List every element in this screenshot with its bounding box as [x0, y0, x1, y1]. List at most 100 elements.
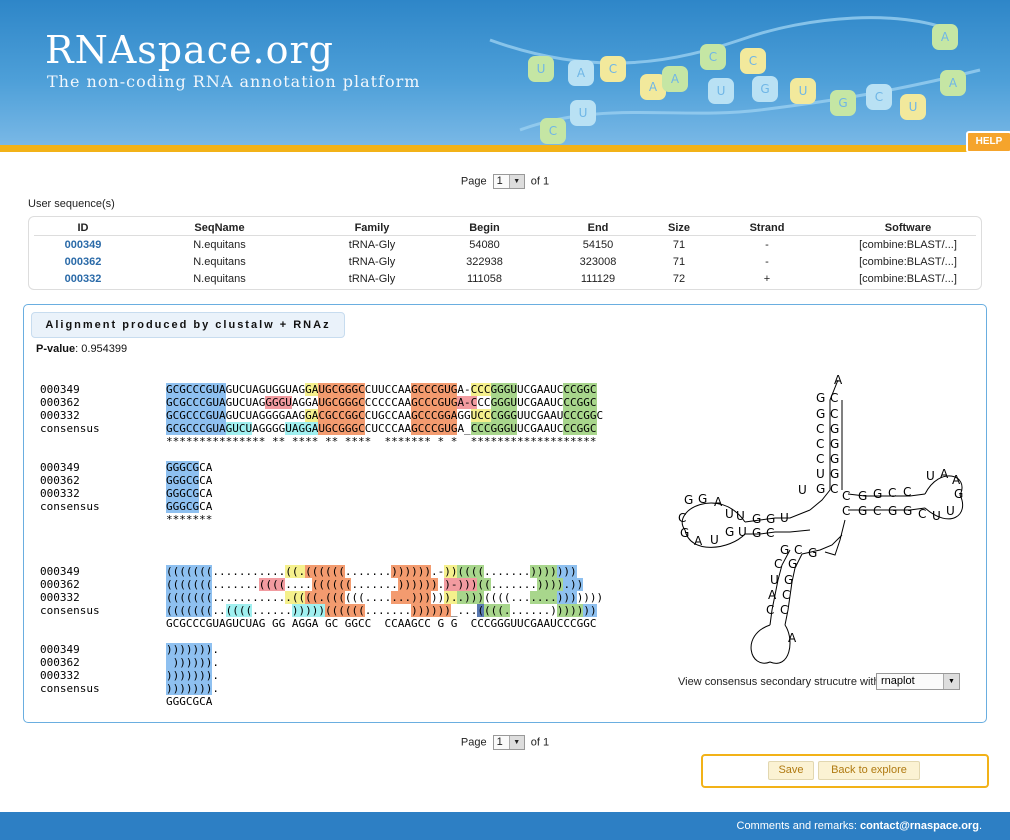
consensus-sequence: GCGCCCGUAGUCUAG GG AGGA GC GGCC CCAAGCC … — [166, 617, 597, 630]
header-divider — [0, 145, 1010, 152]
column-header: ID — [34, 220, 132, 236]
structure-tool-select[interactable]: rnaplot ▼ — [876, 673, 960, 690]
alignment-segment: .(( — [285, 591, 306, 604]
alignment-segment: GCCCGUG — [411, 383, 458, 396]
base-label: C — [678, 511, 686, 525]
alignment-segment: A- — [457, 383, 471, 396]
alignment-segment: ......) — [510, 604, 557, 617]
pager-total: of 1 — [530, 736, 550, 749]
base-label: G — [816, 482, 825, 496]
alignment-segment: GCCCGGA — [411, 409, 458, 422]
base-label: G — [725, 525, 734, 539]
base-label: A — [788, 631, 797, 645]
table-cell: tRNA-Gly — [348, 272, 396, 285]
seq-name: 000349 — [40, 383, 80, 396]
table-cell: N.equitans — [193, 272, 246, 285]
pager-top: Page 1 ▼ of 1 — [0, 174, 1010, 189]
alignment-segment: . — [212, 682, 219, 695]
conservation-line: ******* — [166, 513, 213, 526]
contact-email-link[interactable]: contact@rnaspace.org — [860, 820, 979, 832]
alignment-segment: GA — [305, 409, 319, 422]
alignment-segment: (( — [477, 578, 491, 591]
base-label: U — [926, 469, 935, 483]
seq-name: 000349 — [40, 461, 80, 474]
seq-name: consensus — [40, 500, 100, 513]
base-label: G — [752, 526, 761, 540]
base-label: U — [780, 511, 789, 525]
alignment-segment: UCGAAUC — [517, 383, 564, 396]
alignment-segment: .- — [430, 565, 445, 578]
page-select[interactable]: 1 ▼ — [492, 174, 525, 189]
alignment-segment: GGGU — [490, 383, 518, 396]
pvalue-value: 0.954399 — [81, 343, 128, 355]
seq-name: 000362 — [40, 396, 80, 409]
base-label: G — [888, 504, 897, 518]
sequence-id-link[interactable]: 000362 — [34, 253, 132, 270]
table-cell: tRNA-Gly — [348, 255, 396, 268]
base-label: G — [858, 504, 867, 518]
seq-name: 000332 — [40, 409, 80, 422]
alignment-segment: AGGGG — [252, 422, 286, 435]
base-label: U — [710, 533, 719, 547]
alignment-segment: )))) — [530, 565, 557, 578]
site-tagline: The non-coding RNA annotation platform — [47, 72, 421, 91]
alignment-segment: )))))) — [411, 604, 451, 617]
table-cell: N.equitans — [193, 238, 246, 251]
puzzle-piece: C — [540, 118, 566, 144]
base-label: C — [766, 603, 774, 617]
base-label: U — [770, 573, 779, 587]
alignment-segment: ((((((( — [166, 565, 213, 578]
secondary-structure-diagram: A G C G C C G C G C G U G U G C G G C C … — [678, 373, 963, 664]
puzzle-piece: U — [790, 78, 816, 104]
alignment-segment: )) — [430, 591, 445, 604]
site-footer: Comments and remarks: contact@rnaspace.o… — [0, 812, 1010, 840]
base-label: C — [816, 452, 824, 466]
sequence-id-link[interactable]: 000332 — [34, 270, 132, 287]
table-cell: N.equitans — [193, 255, 246, 268]
base-label: U — [816, 467, 825, 481]
table-cell: 71 — [672, 255, 686, 268]
structure-line: (((((((.......((((....((((((.......)))))… — [166, 578, 584, 591]
alignment-segment: ))))))) — [166, 669, 213, 682]
base-label: G — [680, 526, 689, 540]
puzzle-piece: G — [752, 76, 778, 102]
puzzle-piece: U — [570, 100, 596, 126]
base-label: C — [918, 507, 926, 521]
column-header: Strand — [694, 220, 840, 236]
help-button[interactable]: HELP — [966, 131, 1010, 153]
table-row: 000362 N.equitans tRNA-Gly 322938 323008… — [34, 253, 976, 270]
table-cell: 323008 — [579, 255, 617, 268]
alignment-segment: ((. — [285, 565, 306, 578]
table-cell: [combine:BLAST/...] — [859, 255, 957, 268]
page-select[interactable]: 1 ▼ — [492, 735, 525, 750]
alignment-segment: ....... — [483, 565, 531, 578]
base-label: G — [752, 512, 761, 526]
base-label: G — [780, 543, 789, 557]
alignment-block-4: 000349))))))). 000362 )))))). 000332))))))… — [40, 630, 219, 721]
puzzle-piece: C — [700, 44, 726, 70]
alignment-segment: CUCCCAA — [364, 422, 412, 435]
alignment-segment: GGGU — [265, 396, 292, 409]
table-cell: + — [763, 272, 771, 285]
alignment-segment: ))))))) — [166, 643, 213, 656]
alignment-segment: )) — [583, 604, 597, 617]
alignment-segment: CA — [199, 461, 213, 474]
puzzle-piece: C — [866, 84, 892, 110]
alignment-segment: (((. — [483, 604, 511, 617]
site-logo[interactable]: RNAspace.org — [45, 28, 334, 72]
chevron-down-icon: ▼ — [508, 175, 524, 188]
back-to-explore-button[interactable]: Back to explore — [818, 761, 920, 780]
structure-line: (((((((..((((......)))))((((((.......)))… — [166, 604, 597, 617]
alignment-segment: . — [212, 643, 219, 656]
alignment-segment: A-C — [457, 396, 478, 409]
base-label: C — [842, 504, 850, 518]
structure-line: (((((((............((((.((((((.......)))… — [166, 591, 603, 604]
save-button[interactable]: Save — [768, 761, 814, 780]
table-cell: [combine:BLAST/...] — [859, 238, 957, 251]
alignment-segment: CCCGGGU — [470, 422, 518, 435]
alignment-segment: GCCCGUG — [411, 422, 458, 435]
alignment-segment: GCGCCCGUA — [166, 383, 226, 396]
aligned-sequence: GGGCGCA — [166, 461, 212, 474]
sequence-id-link[interactable]: 000349 — [34, 236, 132, 254]
alignment-segment: UGCGGGC — [318, 422, 365, 435]
